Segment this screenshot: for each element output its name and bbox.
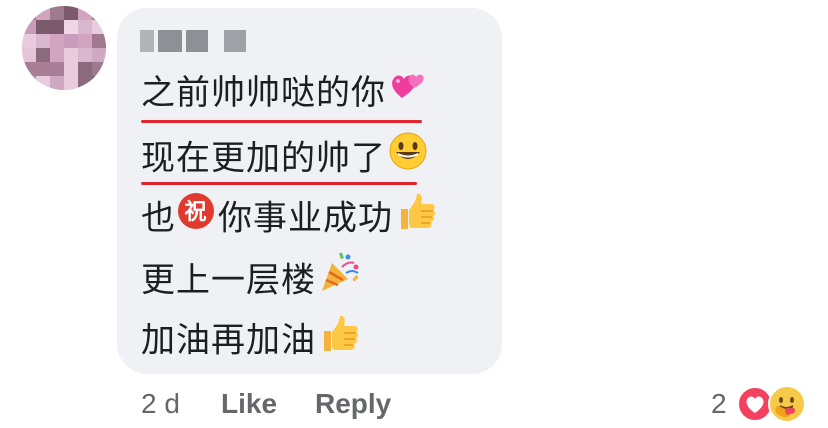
comment-text: 更上一层楼: [141, 260, 316, 301]
timestamp[interactable]: 2 d: [141, 384, 180, 424]
thumbs-up-icon: [318, 313, 360, 365]
care-reaction-icon[interactable]: [767, 384, 807, 424]
avatar[interactable]: [22, 6, 106, 90]
comment-line-3: 也 祝 你事业成功: [141, 191, 437, 246]
comment-line-1: 之前帅帅哒的你: [141, 70, 428, 119]
comment-line-2: 现在更加的帅了: [141, 131, 428, 186]
comment-text: 也: [141, 198, 176, 239]
comment-text: 之前帅帅哒的你: [141, 73, 386, 113]
congratulations-icon: 祝: [176, 191, 216, 243]
reply-button[interactable]: Reply: [315, 384, 391, 424]
comment-line-5: 加油再加油: [141, 313, 360, 368]
svg-text:祝: 祝: [184, 200, 207, 225]
thumbs-up-icon: [395, 191, 437, 243]
two-hearts-icon: [388, 68, 428, 116]
comment-line-4: 更上一层楼: [141, 252, 362, 310]
underline: [141, 120, 422, 123]
underline: [141, 182, 417, 185]
comment-text: 你事业成功: [218, 198, 393, 239]
comment-text: 现在更加的帅了: [141, 138, 386, 179]
party-popper-icon: [318, 249, 362, 305]
grinning-face-icon: [388, 131, 428, 183]
like-button[interactable]: Like: [221, 384, 277, 424]
reaction-count[interactable]: 2: [711, 384, 727, 424]
comment-text: 加油再加油: [141, 320, 316, 361]
author-name[interactable]: [140, 30, 246, 52]
